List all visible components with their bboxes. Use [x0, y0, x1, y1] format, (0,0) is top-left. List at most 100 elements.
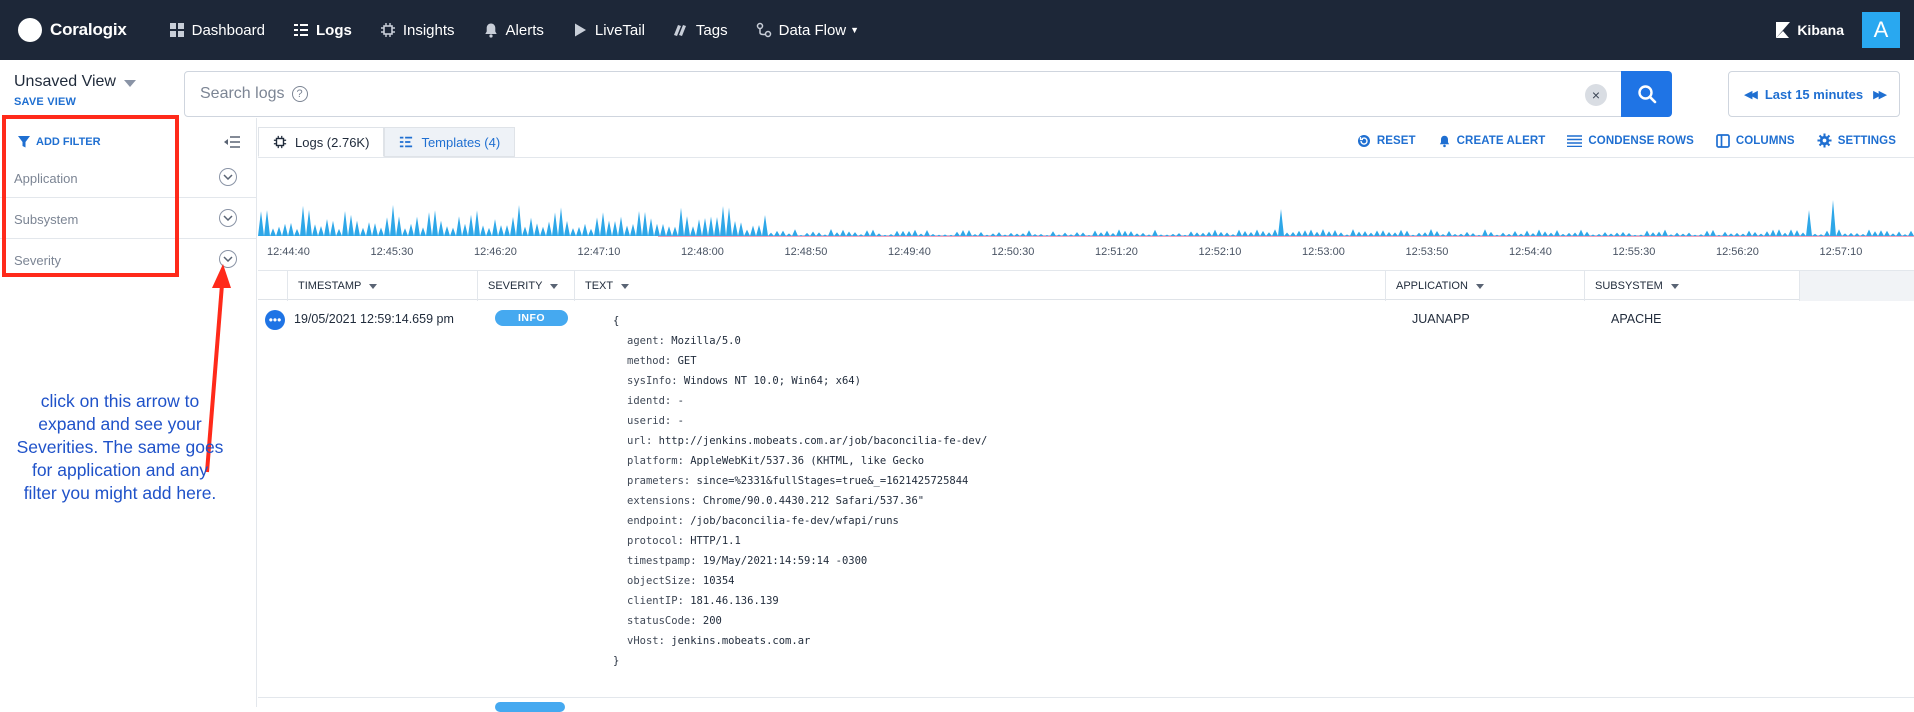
columns-label: COLUMNS — [1735, 134, 1795, 147]
search-input[interactable]: Search logs ? × — [184, 71, 1622, 117]
fast-forward-icon[interactable]: ▶▶ — [1873, 88, 1887, 101]
x-tick-label: 12:44:40 — [267, 246, 310, 258]
json-value: /job/baconcilia-fe-dev/wfapi/runs — [690, 515, 899, 527]
json-value: 200 — [702, 615, 722, 627]
logo-circle-icon — [18, 18, 42, 42]
json-field-line: vHost: jenkins.mobeats.com.ar — [613, 631, 987, 651]
time-range-picker[interactable]: ◀◀ Last 15 minutes ▶▶ — [1728, 71, 1900, 117]
expand-chevron-icon[interactable] — [219, 168, 237, 186]
column-header-timestamp[interactable]: TIMESTAMP — [288, 271, 478, 301]
tab-templates[interactable]: Templates (4) — [384, 127, 516, 157]
row-action-header — [258, 271, 288, 301]
rewind-icon[interactable]: ◀◀ — [1744, 88, 1758, 101]
x-tick-label: 12:55:30 — [1613, 246, 1656, 258]
chart-svg: 12:44:40 12:45:30 12:46:20 12:47:10 12:48:00… — [258, 200, 1914, 258]
log-toolbar: RESET CREATE ALERT CONDENSE ROWS COLUMNS… — [1335, 133, 1896, 148]
reset-icon — [1357, 134, 1370, 147]
collapse-panel-icon[interactable] — [223, 135, 241, 149]
json-value: jenkins.mobeats.com.ar — [671, 635, 811, 647]
nav-insights[interactable]: Insights — [380, 0, 455, 60]
column-label: TIMESTAMP — [298, 280, 362, 292]
top-navbar: Coralogix Dashboard Logs Insights Alerts… — [0, 0, 1914, 60]
kibana-link[interactable]: Kibana — [1776, 0, 1844, 60]
severity-badge: INFO — [495, 310, 568, 326]
sort-caret-icon — [369, 283, 378, 289]
nav-dashboard[interactable]: Dashboard — [169, 0, 265, 60]
x-tick-label: 12:48:00 — [681, 246, 724, 258]
nav-tags[interactable]: Tags — [673, 0, 728, 60]
nav-data-flow[interactable]: Data Flow ▼ — [756, 0, 859, 60]
json-value: AppleWebKit/537.36 (KHTML, like Gecko — [690, 455, 925, 467]
results-tabs: Logs (2.76K) Templates (4) — [258, 127, 516, 157]
expand-chevron-icon[interactable] — [219, 209, 237, 227]
condense-rows-button[interactable]: CONDENSE ROWS — [1567, 134, 1694, 147]
column-header-subsystem[interactable]: SUBSYSTEM — [1585, 271, 1800, 301]
view-selector[interactable]: Unsaved View — [14, 73, 136, 91]
sort-caret-icon — [621, 283, 630, 289]
create-alert-button[interactable]: CREATE ALERT — [1438, 134, 1546, 148]
json-value: GET — [677, 355, 697, 367]
nav-logs[interactable]: Logs — [293, 0, 352, 60]
nav-label: Logs — [316, 21, 352, 39]
json-value: - — [677, 415, 684, 427]
create-alert-label: CREATE ALERT — [1456, 134, 1546, 147]
tab-label: Logs (2.76K) — [295, 134, 370, 150]
templates-icon — [400, 136, 413, 148]
nav-livetail[interactable]: LiveTail — [572, 0, 645, 60]
json-field-line: extensions: Chrome/90.0.4430.212 Safari/… — [613, 491, 987, 511]
nav-label: Tags — [695, 21, 728, 39]
bell-icon — [1439, 135, 1449, 147]
coralogix-logo[interactable]: Coralogix — [18, 18, 127, 42]
column-header-text[interactable]: TEXT — [575, 271, 1386, 301]
x-tick-label: 12:53:50 — [1406, 246, 1449, 258]
search-placeholder: Search logs — [200, 85, 285, 102]
tab-logs[interactable]: Logs (2.76K) — [258, 127, 385, 157]
condense-label: CONDENSE ROWS — [1588, 134, 1694, 147]
column-header-application[interactable]: APPLICATION — [1386, 271, 1585, 301]
help-icon[interactable]: ? — [291, 86, 308, 102]
play-icon — [572, 22, 588, 38]
json-field-line: userid: - — [613, 411, 987, 431]
json-key: protocol: — [627, 535, 684, 547]
column-label: SEVERITY — [488, 280, 543, 292]
search-button[interactable] — [1621, 71, 1672, 117]
save-view-link[interactable]: SAVE VIEW — [14, 96, 76, 108]
user-avatar[interactable]: A — [1862, 12, 1900, 48]
x-tick-label: 12:57:10 — [1820, 246, 1863, 258]
view-title: Unsaved View — [14, 73, 116, 90]
json-key: platform: — [627, 455, 684, 467]
column-label: SUBSYSTEM — [1595, 280, 1663, 292]
table-row[interactable]: ••• 19/05/2021 12:59:14.659 pm INFO JUAN… — [258, 301, 1914, 698]
json-key: objectSize: — [627, 575, 697, 587]
row-menu-icon[interactable]: ••• — [265, 310, 285, 330]
x-tick-label: 12:54:40 — [1509, 246, 1552, 258]
json-field-line: agent: Mozilla/5.0 — [613, 331, 987, 351]
json-field-line: method: GET — [613, 351, 987, 371]
json-value: 19/May/2021:14:59:14 -0300 — [702, 555, 868, 567]
nav-label: Data Flow — [778, 21, 847, 39]
cell-text-json[interactable]: { agent: Mozilla/5.0 method: GET sysInfo: … — [613, 311, 987, 671]
annotation-text: click on this arrow to expand and see yo… — [16, 391, 224, 503]
json-field-line: endpoint: /job/baconcilia-fe-dev/wfapi/r… — [613, 511, 987, 531]
grid-icon — [169, 22, 185, 38]
x-tick-label: 12:46:20 — [474, 246, 517, 258]
reset-button[interactable]: RESET — [1357, 134, 1416, 148]
settings-button[interactable]: SETTINGS — [1817, 133, 1896, 148]
cell-subsystem: APACHE — [1611, 312, 1662, 326]
next-row-severity-badge — [495, 702, 565, 712]
log-volume-chart[interactable]: 12:44:40 12:45:30 12:46:20 12:47:10 12:48:00… — [258, 157, 1914, 269]
json-key: prameters: — [627, 475, 691, 487]
nav-alerts[interactable]: Alerts — [483, 0, 544, 60]
clear-search-button[interactable]: × — [1585, 84, 1607, 106]
column-header-severity[interactable]: SEVERITY — [478, 271, 575, 301]
annotation-highlight-box — [2, 115, 179, 277]
chart-series-area — [258, 200, 1914, 236]
json-value: Mozilla/5.0 — [671, 335, 741, 347]
json-field-line: prameters: since=%2331&fullStages=true&_… — [613, 471, 987, 491]
json-field-line: sysInfo: Windows NT 10.0; Win64; x64) — [613, 371, 987, 391]
kibana-icon — [1776, 22, 1791, 38]
json-key: url: — [627, 435, 653, 447]
columns-button[interactable]: COLUMNS — [1715, 133, 1795, 148]
json-key: agent: — [627, 335, 665, 347]
json-value: 181.46.136.139 — [690, 595, 779, 607]
